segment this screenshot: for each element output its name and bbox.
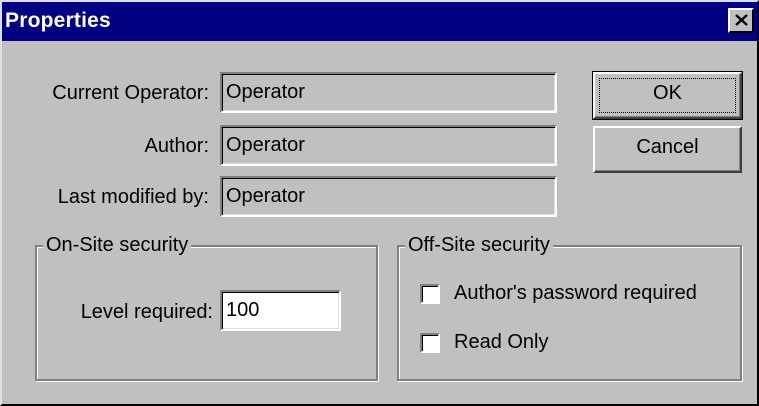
close-icon bbox=[735, 14, 748, 26]
offsite-security-title: Off-Site security bbox=[405, 234, 553, 257]
properties-dialog: Properties Current Operator: Operator Au… bbox=[0, 0, 759, 406]
ok-button-label: OK bbox=[653, 82, 682, 104]
level-required-input[interactable]: 100 bbox=[220, 290, 341, 331]
title-bar[interactable]: Properties bbox=[2, 2, 757, 41]
current-operator-value: Operator bbox=[226, 81, 305, 103]
offsite-security-group: Off-Site security bbox=[397, 234, 742, 381]
onsite-security-title: On-Site security bbox=[43, 234, 192, 257]
level-required-label: Level required: bbox=[80, 301, 213, 323]
dialog-title: Properties bbox=[5, 9, 111, 32]
authors-password-checkbox[interactable] bbox=[420, 284, 440, 304]
author-value: Operator bbox=[226, 134, 305, 156]
last-modified-by-field: Operator bbox=[220, 176, 557, 217]
authors-password-label[interactable]: Author's password required bbox=[454, 282, 697, 305]
cancel-button-label: Cancel bbox=[636, 136, 699, 158]
author-label: Author: bbox=[144, 135, 209, 157]
last-modified-by-label: Last modified by: bbox=[57, 186, 209, 208]
level-required-value: 100 bbox=[226, 299, 260, 321]
cancel-button[interactable]: Cancel bbox=[593, 126, 742, 173]
read-only-checkbox[interactable] bbox=[420, 333, 440, 353]
read-only-label[interactable]: Read Only bbox=[454, 331, 549, 354]
current-operator-label: Current Operator: bbox=[52, 82, 209, 104]
close-button[interactable] bbox=[728, 8, 754, 33]
ok-button[interactable]: OK bbox=[592, 71, 743, 120]
current-operator-field: Operator bbox=[220, 72, 557, 113]
author-field: Operator bbox=[220, 125, 557, 166]
last-modified-by-value: Operator bbox=[226, 185, 305, 207]
